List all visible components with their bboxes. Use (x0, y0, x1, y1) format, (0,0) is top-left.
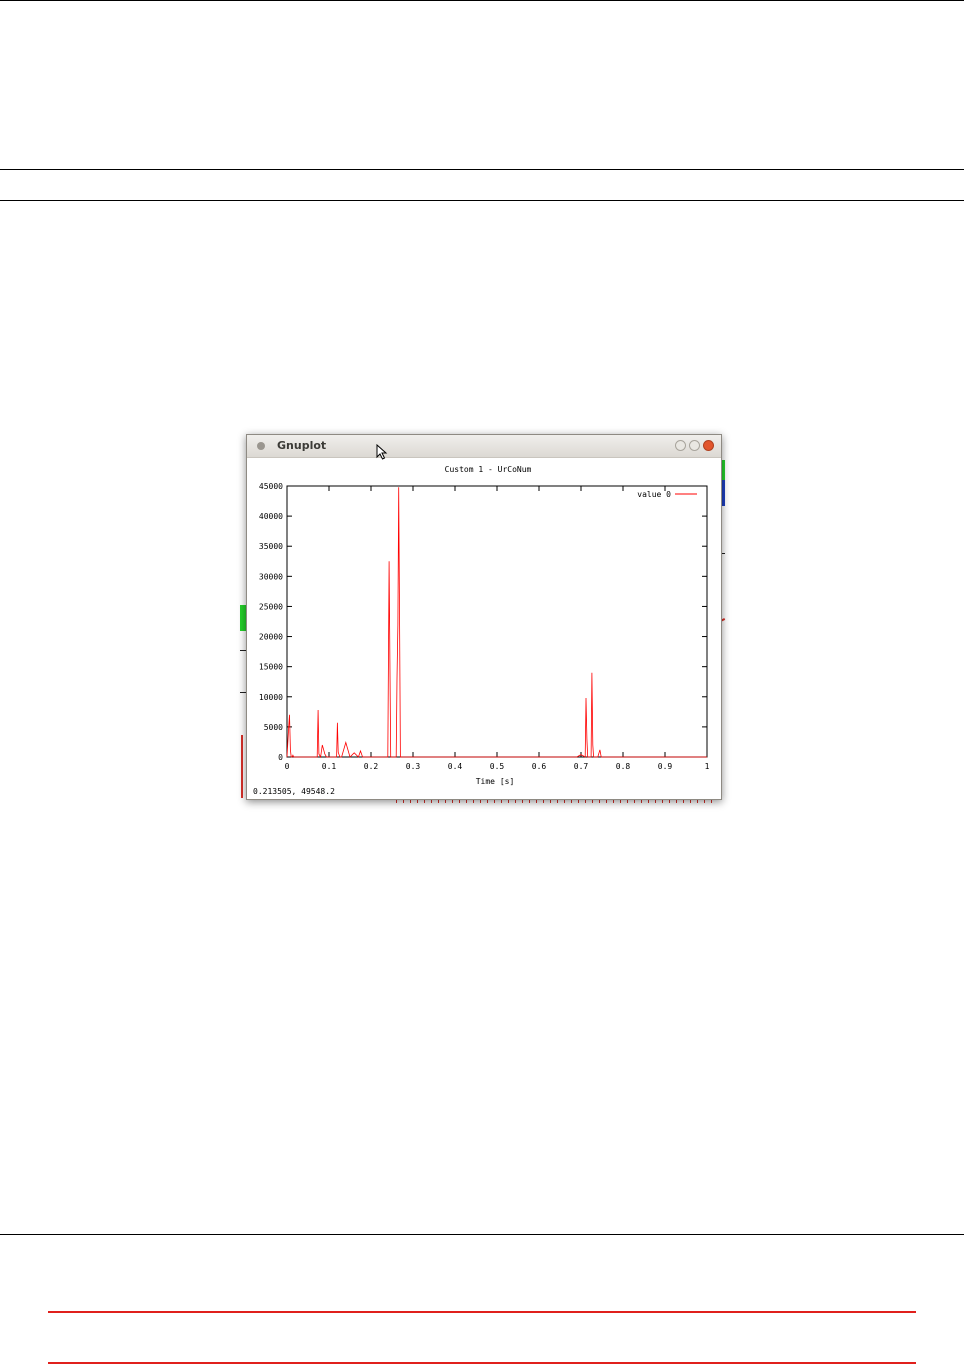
y-tick-label: 5000 (264, 723, 283, 732)
x-tick-label: 0.5 (490, 762, 505, 771)
series-line-value-0 (286, 487, 707, 759)
close-button[interactable] (703, 440, 714, 451)
x-tick-label: 0.2 (364, 762, 379, 771)
y-tick-label: 15000 (259, 663, 283, 672)
x-tick-label: 0.7 (574, 762, 589, 771)
x-tick-label: 1 (705, 762, 710, 771)
section-rule-3 (0, 1234, 964, 1235)
x-tick-label: 0.4 (448, 762, 463, 771)
chart-title: Custom 1 - UrCoNum (445, 465, 532, 474)
x-tick-label: 0 (285, 762, 290, 771)
minimize-button[interactable] (675, 440, 686, 451)
y-tick-label: 20000 (259, 633, 283, 642)
red-rule-bottom (48, 1362, 916, 1364)
section-rule-2 (0, 200, 964, 201)
x-tick-label: 0.9 (658, 762, 673, 771)
x-tick-label: 0.3 (406, 762, 421, 771)
x-tick-label: 0.8 (616, 762, 631, 771)
cursor-coordinates: 0.213505, 49548.2 (253, 787, 335, 796)
window-title: Gnuplot (277, 439, 327, 452)
y-tick-label: 25000 (259, 602, 283, 611)
y-tick-label: 40000 (259, 512, 283, 521)
chart-legend: value 0 (637, 490, 697, 499)
x-axis-label: Time [s] (476, 777, 515, 786)
gnuplot-chart[interactable]: Custom 1 - UrCoNum Time [s] 0 0.1 0.2 0.3 0.… (247, 458, 721, 798)
y-tick-label: 35000 (259, 542, 283, 551)
window-titlebar[interactable]: Gnuplot (247, 435, 721, 458)
x-tick-label: 0.6 (532, 762, 547, 771)
maximize-button[interactable] (689, 440, 700, 451)
section-rule-1 (0, 169, 964, 170)
y-tick-label: 10000 (259, 693, 283, 702)
y-tick-label: 30000 (259, 572, 283, 581)
x-tick-label: 0.1 (322, 762, 337, 771)
window-menu-icon[interactable] (257, 442, 265, 450)
mouse-pointer-icon (376, 444, 388, 460)
y-tick-label: 45000 (259, 482, 283, 491)
y-tick-label: 0 (278, 753, 283, 762)
background-window-fragment-left-red (241, 735, 243, 798)
plot-frame (286, 485, 708, 758)
top-rule (0, 0, 964, 1)
legend-label: value 0 (637, 490, 671, 499)
plot-axes: 0 0.1 0.2 0.3 0.4 0.5 0.6 0.7 0.8 0.9 1 0 5000 10000 1… (259, 482, 710, 771)
gnuplot-window: Gnuplot Custom 1 - UrCoNum Time [s] 0 0.1… (246, 434, 722, 800)
plot-series (286, 487, 707, 759)
red-rule-top (48, 1311, 916, 1313)
